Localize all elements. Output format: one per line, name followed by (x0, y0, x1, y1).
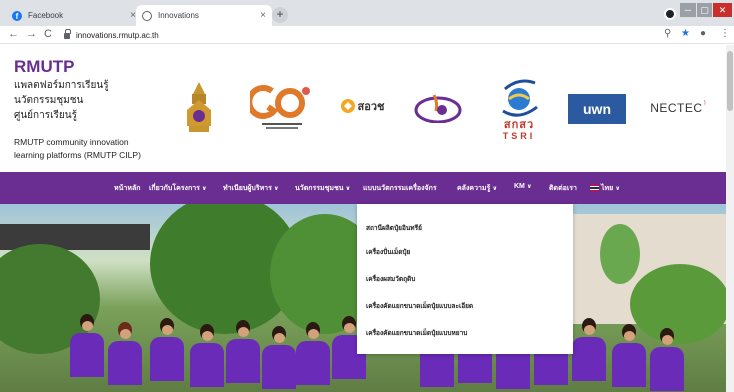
uwn-logo: uwn (568, 94, 626, 124)
nav-item-machine-innovation[interactable]: แบบนวัตกรรมเครื่องจักร (363, 183, 437, 194)
nav-label: ทำเนียบผู้บริหาร (223, 185, 272, 192)
tab-title: Facebook (28, 11, 64, 20)
main-navbar: หน้าหลัก เกี่ยวกับโครงการ ∨ ทำเนียบผู้บริ… (0, 172, 726, 204)
tab-facebook[interactable]: f Facebook × (6, 5, 142, 26)
nav-item-knowledge-base[interactable]: คลังความรู้ ∨ (457, 183, 497, 194)
site-header: RMUTP แพลตฟอร์มการเรียนรู้ นวัตกรรมชุมชน… (0, 45, 734, 172)
zoom-icon[interactable]: ⚲ (664, 28, 671, 39)
tree (600, 224, 640, 284)
url-text: innovations.rmutp.ac.th (76, 30, 159, 40)
brand-title[interactable]: RMUTP (14, 57, 74, 77)
bookmark-star-icon[interactable]: ★ (681, 28, 690, 39)
menu-icon[interactable]: ⋮ (720, 28, 730, 39)
tagline: แพลตฟอร์มการเรียนรู้ นวัตกรรมชุมชน ศูนย์… (14, 78, 109, 123)
close-window-button[interactable]: ✕ (713, 3, 732, 17)
tab-innovations[interactable]: Innovations × (136, 5, 272, 26)
nav-item-km[interactable]: KM ∨ (514, 183, 532, 190)
tagline-line: แพลตฟอร์มการเรียนรู้ (14, 80, 109, 91)
dropdown-item-fertilizer-station[interactable]: สถานีผลิตปุ๋ยอินทรีย์ (366, 223, 422, 233)
nav-label: แบบนวัตกรรมเครื่องจักร (363, 185, 437, 192)
sorwor-logo: สอวช (334, 95, 390, 117)
person (296, 322, 330, 392)
facebook-icon: f (12, 10, 22, 21)
dropdown-item-coarse-sorter[interactable]: เครื่องคัดแยกขนาดเม็ดปุ๋ยแบบหยาบ (366, 328, 467, 338)
thai-flag-icon (590, 185, 599, 192)
chevron-down-icon: ∨ (273, 186, 279, 192)
machine-innovation-dropdown: สถานีผลิตปุ๋ยอินทรีย์ เครื่องปั่นเม็ดปุ๋… (357, 204, 573, 354)
cilp-line: learning platforms (RMUTP CILP) (14, 150, 141, 160)
signal-icon: ⁾ (703, 98, 706, 109)
tsri-english-text: TSRI (502, 131, 536, 141)
nav-label: KM (514, 183, 525, 190)
forward-button[interactable]: → (26, 28, 37, 40)
person (612, 324, 646, 392)
page-scrollbar[interactable] (726, 45, 734, 392)
nav-item-language[interactable]: ไทย ∨ (590, 183, 620, 194)
globe-icon (142, 10, 152, 21)
dropdown-item-fine-sorter[interactable]: เครื่องคัดแยกขนาดเม็ดปุ๋ยแบบละเอียด (366, 301, 473, 311)
nectec-logo: NECTEC ⁾ (644, 97, 712, 119)
nav-item-home[interactable]: หน้าหลัก (114, 183, 140, 194)
nav-label: ไทย (601, 185, 614, 192)
lock-icon (64, 29, 71, 39)
reload-button[interactable]: C (44, 28, 52, 40)
cilp-line: RMUTP community innovation (14, 137, 129, 147)
chevron-down-icon: ∨ (615, 186, 621, 192)
account-icon[interactable]: ● (700, 28, 706, 39)
tsri-logo: สกสว TSRI (498, 73, 540, 145)
scrollbar-thumb[interactable] (727, 51, 733, 111)
nav-label: ติดต่อเรา (549, 185, 577, 192)
new-tab-button[interactable]: + (272, 7, 288, 23)
uwn-text: uwn (583, 101, 611, 117)
nav-item-community-innovation[interactable]: นวัตกรรมชุมชน ∨ (295, 183, 350, 194)
purple-oval-logo (414, 93, 462, 123)
chevron-down-icon: ∨ (526, 184, 532, 190)
chevron-down-icon: ∨ (345, 186, 351, 192)
tab-close-icon[interactable]: × (260, 10, 266, 21)
nav-item-about[interactable]: เกี่ยวกับโครงการ ∨ (149, 183, 207, 194)
minimize-button[interactable]: ─ (680, 3, 696, 17)
person (150, 318, 184, 392)
browser-tabstrip: f Facebook × Innovations × + ─ ▢ ✕ (0, 0, 734, 26)
dropdown-item-mixer[interactable]: เครื่องผสมวัตถุดิบ (366, 274, 415, 284)
nav-label: หน้าหลัก (114, 185, 141, 192)
person (650, 328, 684, 392)
nav-label: เกี่ยวกับโครงการ (149, 185, 200, 192)
person (572, 318, 606, 392)
nectec-text: NECTEC (650, 101, 703, 115)
rmutp-emblem-logo (183, 80, 215, 136)
chevron-down-icon: ∨ (201, 186, 207, 192)
person (70, 314, 104, 392)
tab-title: Innovations (158, 11, 199, 20)
profile-icon[interactable] (664, 8, 676, 20)
nav-label: คลังความรู้ (457, 185, 491, 192)
dropdown-item-pellet-machine[interactable]: เครื่องปั่นเม็ดปุ๋ย (366, 247, 410, 257)
person (190, 324, 224, 392)
person (226, 320, 260, 392)
maximize-button[interactable]: ▢ (697, 3, 712, 17)
nav-item-contact[interactable]: ติดต่อเรา (549, 183, 577, 194)
person (108, 322, 142, 392)
anniversary-60-logo (250, 85, 312, 131)
nav-label: นวัตกรรมชุมชน (295, 185, 344, 192)
browser-toolbar: ← → C innovations.rmutp.ac.th ⚲ ★ ● ⋮ (0, 26, 734, 44)
sorwor-text: สอวช (357, 101, 385, 113)
address-bar[interactable]: innovations.rmutp.ac.th (60, 28, 695, 42)
tagline-line: ศูนย์การเรียนรู้ (14, 110, 77, 121)
tsri-thai-text: สกสว (503, 119, 535, 131)
nav-item-executives[interactable]: ทำเนียบผู้บริหาร ∨ (223, 183, 279, 194)
cilp-text: RMUTP community innovation learning plat… (14, 136, 141, 162)
person (262, 326, 296, 392)
tagline-line: นวัตกรรมชุมชน (14, 95, 84, 106)
back-button[interactable]: ← (8, 28, 19, 40)
chevron-down-icon: ∨ (492, 186, 498, 192)
